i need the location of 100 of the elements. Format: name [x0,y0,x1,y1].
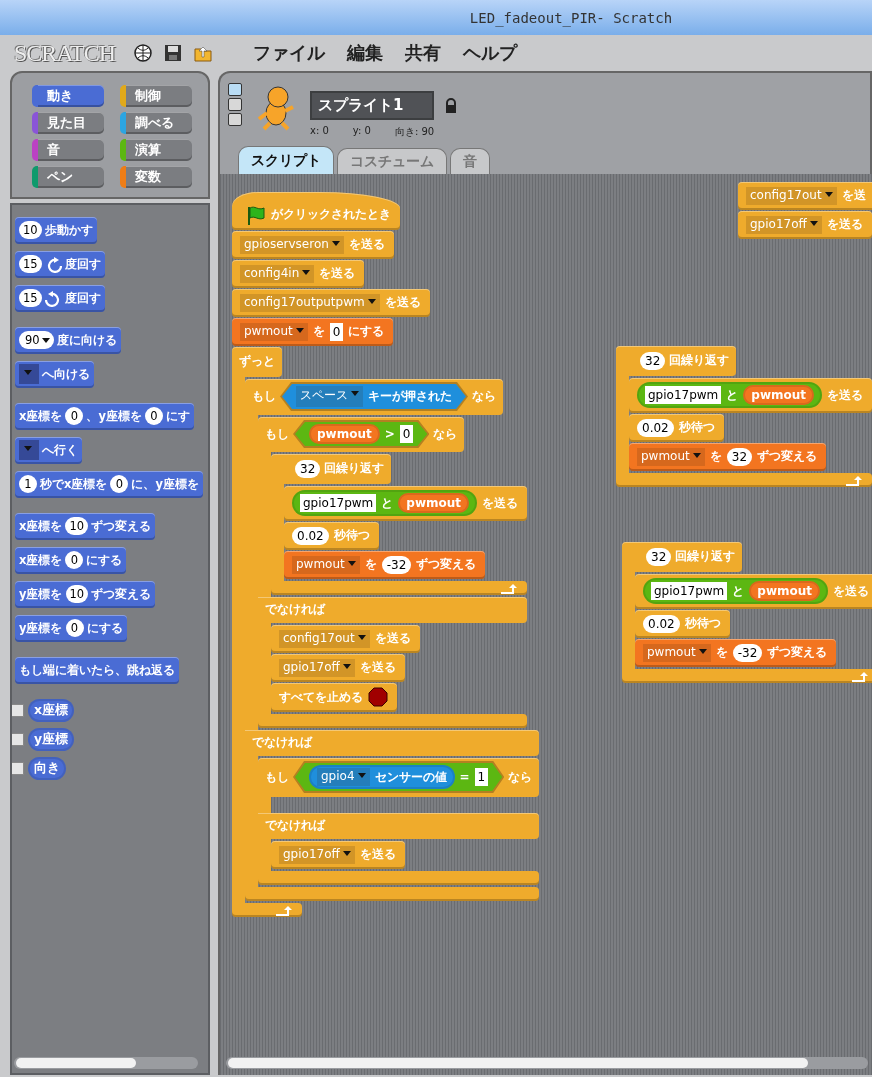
dropdown-menu[interactable] [19,364,39,384]
number-input[interactable]: 0.02 [637,418,674,437]
rotation-style-button[interactable] [228,98,242,111]
number-input[interactable]: 0 [144,407,163,425]
save-icon[interactable] [163,43,184,63]
dropdown-menu[interactable]: スペース [296,386,363,407]
menu-item[interactable]: ファイル [247,39,332,67]
code-block[interactable]: へ向ける [15,361,94,388]
if-else-block[interactable]: もし スペース キーが押された なら もし pwmout > 0 なら 32 回繰り返す gpio17pwm と pwmout を送る 0.02 秒待つ pwmout を -32 ずつ変える でなければ config17out を送る gpio17off を送る すべてを止める でなければ もし gpio4 センサーの値 = 1 なら でなければ gpio17off を送る [245,379,540,901]
boolean-block[interactable]: スペース キーが押された [280,382,468,411]
rotation-style-button[interactable] [228,113,242,126]
code-block[interactable]: 15 度回す [15,251,105,278]
dropdown-menu[interactable]: pwmout [643,643,711,662]
text-input[interactable]: gpio17pwm [300,494,377,512]
menu-item[interactable]: 共有 [399,39,448,67]
code-block[interactable]: 0.02 秒待つ [629,414,724,442]
number-input[interactable]: 10 [65,517,89,535]
number-input[interactable]: 0 [110,475,129,493]
category-button[interactable]: 調べる [120,112,192,134]
code-block[interactable]: pwmout を 0 にする [232,318,394,346]
category-button[interactable]: 変数 [120,166,192,188]
category-button[interactable]: ペン [32,166,104,188]
globe-icon[interactable] [133,43,154,63]
number-input[interactable]: 32 [295,459,321,478]
code-block[interactable]: x座標を 0 、y座標を 0 にす [15,403,194,430]
number-input[interactable]: 32 [726,447,753,466]
boolean-block[interactable]: pwmout > 0 [293,420,430,448]
loop-block[interactable]: 32 回繰り返す gpio17pwm と pwmout を送る 0.02 秒待つ pwmout を -32 ずつ変える [622,542,872,683]
dropdown-input[interactable]: 90 [19,331,54,349]
reporter-block[interactable]: gpio17pwm と pwmout [643,578,828,604]
code-block[interactable]: x座標を 10 ずつ変える [15,513,156,540]
scroll-bar[interactable] [226,1057,868,1069]
number-input[interactable]: 32 [640,351,666,370]
number-input[interactable]: 15 [19,289,42,307]
text-input[interactable]: gpio17pwm [651,582,728,600]
loop-block[interactable]: 32 回繰り返す gpio17pwm と pwmout を送る 0.02 秒待つ pwmout を 32 ずつ変える [616,346,872,487]
reporter-block[interactable]: gpio17pwm と pwmout [637,382,822,408]
code-block[interactable]: gpio17pwm と pwmout を送る [284,486,527,521]
code-block[interactable]: pwmout を 32 ずつ変える [629,443,827,471]
if-else-block[interactable]: もし pwmout > 0 なら 32 回繰り返す gpio17pwm と pwmout を送る 0.02 秒待つ pwmout を -32 ずつ変える でなければ config17out を送る gpio17off を送る すべてを止める [258,417,527,728]
dropdown-menu[interactable]: pwmout [292,555,360,574]
reporter-block[interactable]: gpio17pwm と pwmout [292,490,477,516]
code-block[interactable]: 10 歩動かす [15,217,97,244]
category-button[interactable]: 演算 [120,139,192,161]
code-block[interactable]: 15 度回す [15,285,105,312]
code-block[interactable]: 0.02 秒待つ [635,610,730,638]
category-button[interactable]: 見た目 [32,112,104,134]
category-button[interactable]: 動き [32,85,104,107]
reporter-block[interactable]: gpio4 センサーの値 [309,765,455,789]
number-input[interactable]: -32 [381,555,412,574]
code-block[interactable]: 0.02 秒待つ [284,522,379,550]
dropdown-menu[interactable] [19,440,39,460]
number-input[interactable]: 10 [65,585,89,603]
number-input[interactable]: 10 [19,221,42,239]
reporter-block[interactable]: x座標 [28,699,75,722]
dropdown-menu[interactable]: pwmout [637,447,705,466]
number-input[interactable]: 15 [19,255,42,273]
number-input[interactable]: -32 [732,643,763,662]
code-block[interactable]: x座標を 0 にする [15,547,127,574]
code-block[interactable]: 90 度に向ける [15,327,121,354]
number-input[interactable]: 0 [65,619,84,637]
text-input[interactable]: 0 [329,322,344,341]
number-input[interactable]: 1 [19,475,37,493]
number-input[interactable]: 32 [646,547,672,566]
checkbox[interactable] [12,762,24,775]
lock-icon[interactable] [444,97,458,114]
dropdown-menu[interactable]: pwmout [240,322,308,341]
menu-item[interactable]: ヘルプ [457,39,524,67]
category-button[interactable]: 音 [32,139,104,161]
code-block[interactable]: y座標を 10 ずつ変える [15,581,156,608]
code-block[interactable]: pwmout を -32 ずつ変える [284,551,486,579]
code-block[interactable]: pwmout を -32 ずつ変える [635,639,837,667]
boolean-block[interactable]: gpio4 センサーの値 = 1 [293,761,505,793]
loop-block[interactable]: 32 回繰り返す gpio17pwm と pwmout を送る 0.02 秒待つ pwmout を -32 ずつ変える [271,454,527,595]
category-button[interactable]: 制御 [120,85,192,107]
checkbox[interactable] [12,733,24,746]
code-block[interactable]: gpio17pwm と pwmout を送る [635,574,872,609]
number-input[interactable]: 0.02 [643,614,680,633]
menu-item[interactable]: 編集 [341,39,390,67]
dropdown-menu[interactable]: gpio4 [317,768,370,786]
if-else-block[interactable]: もし gpio4 センサーの値 = 1 なら でなければ gpio17off を送る [258,758,540,885]
code-block[interactable]: もし端に着いたら、跳ね返る [15,657,179,684]
sprite-name-field[interactable]: スプライト1 [310,91,434,120]
rotation-style-button[interactable] [228,83,242,96]
reporter-block[interactable]: 向き [28,757,66,780]
checkbox[interactable] [12,704,24,717]
text-input[interactable]: gpio17pwm [645,386,722,404]
text-input[interactable]: 0 [399,425,414,443]
number-input[interactable]: 0 [65,407,84,425]
scroll-bar[interactable] [14,1057,198,1069]
code-block[interactable]: 1 秒でx座標を 0 に、y座標を [15,471,203,498]
reporter-block[interactable]: y座標 [28,728,75,751]
code-block[interactable]: へ行く [15,437,82,464]
number-input[interactable]: 0 [65,551,84,569]
text-input[interactable]: 1 [474,768,489,786]
code-block[interactable]: gpio17pwm と pwmout を送る [629,378,872,413]
number-input[interactable]: 0.02 [292,526,329,545]
loop-block[interactable]: ずっと もし スペース キーが押された なら もし pwmout > 0 なら 32 回繰り返す gpio17pwm と pwmout を送る 0.02 秒待つ pwmout を -32 ずつ変える でなければ config17out を送る gpio17off を送る すべてを止める でなければ もし gpio4 センサーの値 = 1 なら でなければ gpio17off を送る [232,347,540,917]
tab[interactable]: スクリプト [238,146,334,174]
code-block[interactable]: y座標を 0 にする [15,615,127,642]
